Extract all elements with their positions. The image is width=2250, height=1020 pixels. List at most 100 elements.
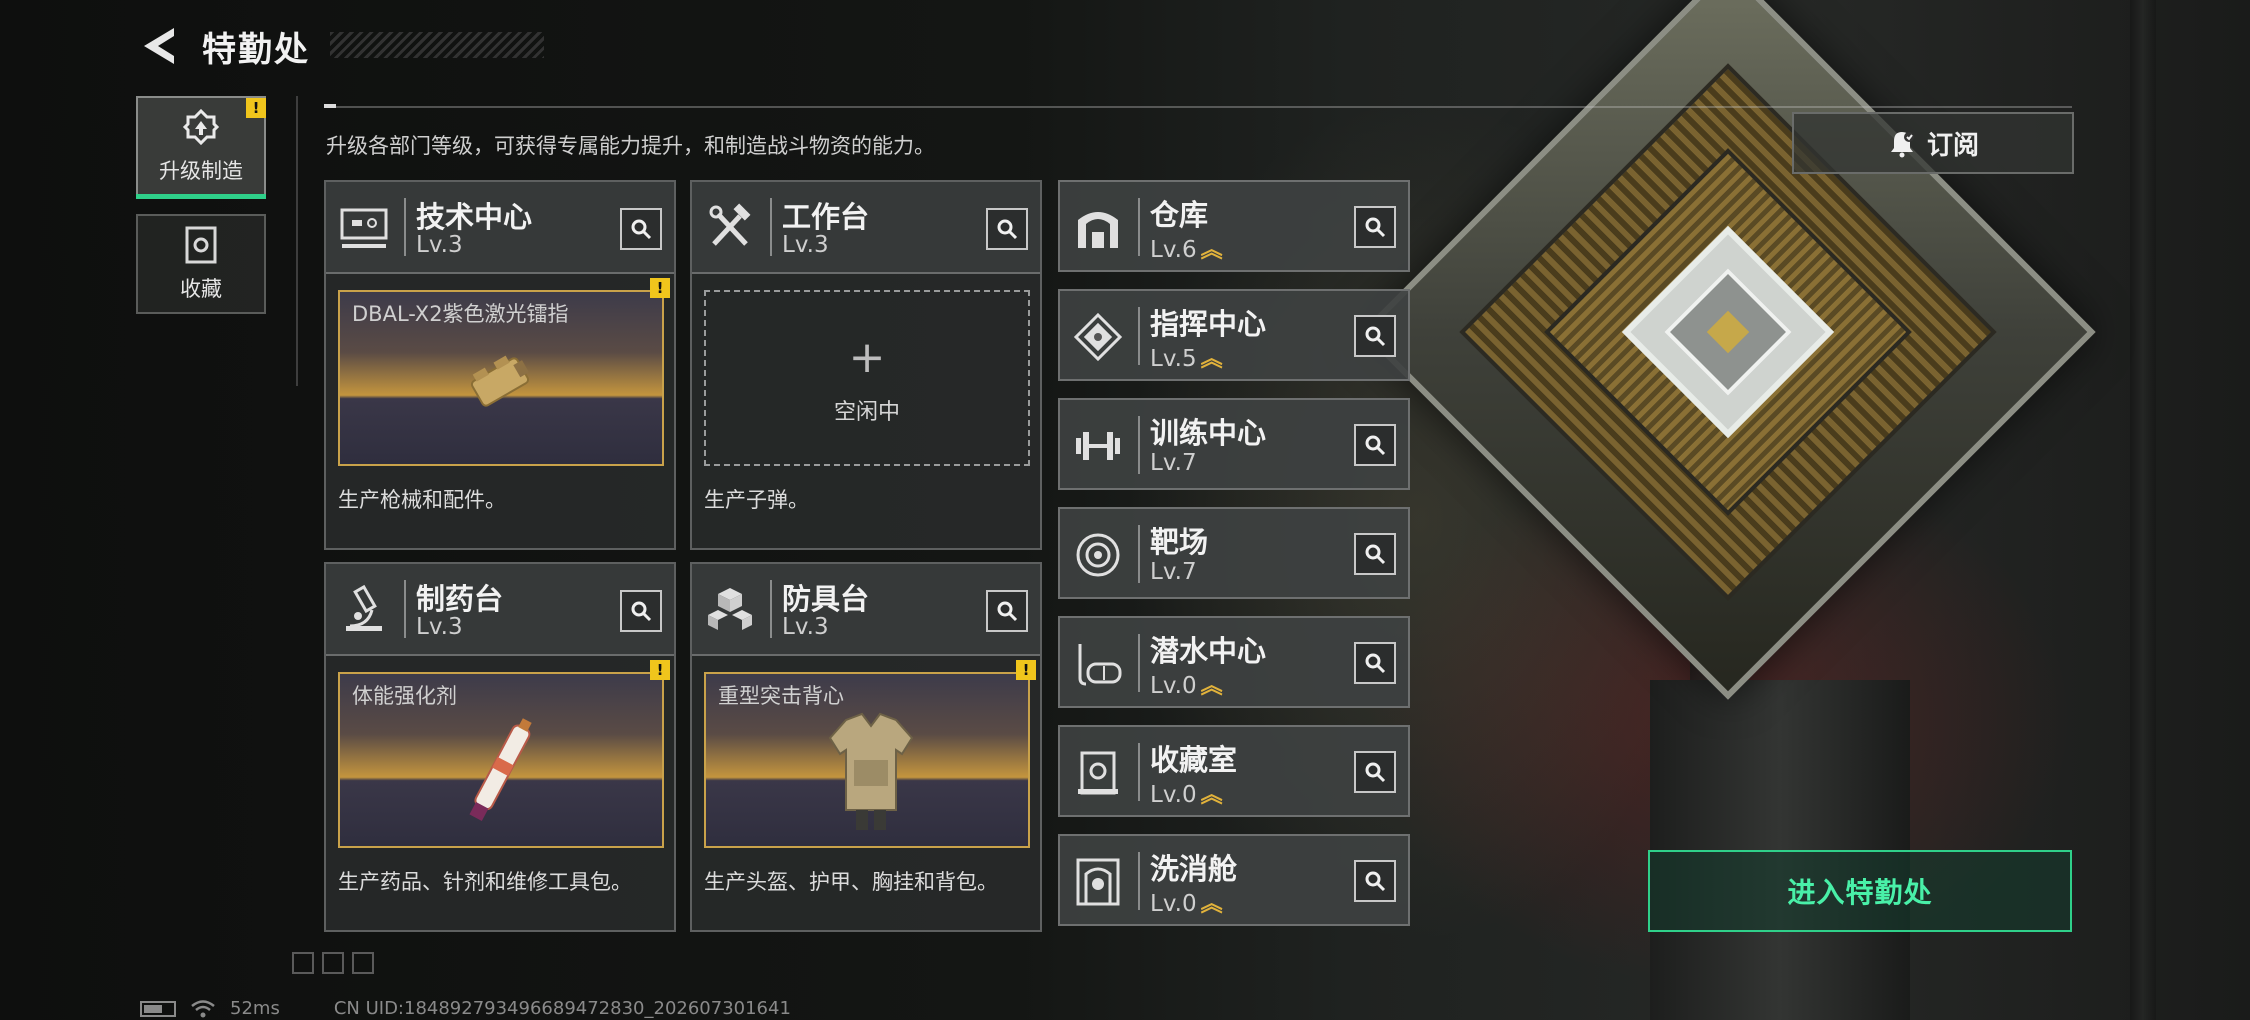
department-level: Lv.7 — [1150, 450, 1197, 476]
chip-icon — [1073, 312, 1123, 362]
inspect-button[interactable] — [1354, 424, 1396, 466]
warehouse-icon — [1078, 212, 1118, 248]
department-row-command-center[interactable]: 指挥中心 Lv.5 ︽ — [1058, 289, 1410, 381]
add-icon: + — [848, 332, 886, 383]
department-row-shooting-range[interactable]: 靶场 Lv.7 — [1058, 507, 1410, 599]
enter-special-ops-button[interactable]: 进入特勤处 — [1648, 850, 2072, 932]
facility-name: 防具台 — [782, 582, 870, 616]
facility-name: 工作台 — [782, 200, 870, 234]
search-icon — [1365, 871, 1386, 892]
department-level: Lv.7 — [1150, 559, 1197, 585]
department-name: 指挥中心 — [1150, 307, 1267, 341]
facility-level: Lv.3 — [782, 232, 829, 258]
footer-decoration — [292, 952, 374, 974]
user-uid: CN UID:184892793496689472830_20260730164… — [333, 998, 791, 1019]
header-divider — [770, 580, 772, 638]
search-icon — [1365, 653, 1386, 674]
laser-sight-item-icon — [470, 355, 530, 407]
production-slot[interactable]: 体能强化剂 — [338, 672, 664, 848]
page-title: 特勤处 — [202, 30, 310, 70]
ping-value: 52ms — [230, 998, 280, 1019]
inspect-button[interactable] — [620, 590, 662, 632]
department-name: 洗消舱 — [1150, 852, 1238, 886]
tools-icon — [709, 203, 751, 246]
department-row-diving-center[interactable]: 潜水中心 Lv.0 ︽ — [1058, 616, 1410, 708]
status-bar: 52ms CN UID:184892793496689472830_202607… — [140, 998, 791, 1019]
title-decoration — [330, 32, 544, 58]
back-arrow-icon — [144, 28, 174, 64]
armor-blocks-icon — [708, 588, 752, 630]
search-icon — [1365, 326, 1386, 347]
production-slot[interactable]: 重型突击背心 — [704, 672, 1030, 848]
facility-card-workbench[interactable]: 工作台 Lv.3 + 空闲中 生产子弹。 — [690, 180, 1042, 550]
department-row-decon-chamber[interactable]: 洗消舱 Lv.0 ︽ — [1058, 834, 1410, 926]
search-icon — [1365, 435, 1386, 456]
computer-icon — [340, 208, 388, 248]
row-divider — [1138, 525, 1140, 583]
back-button[interactable] — [138, 24, 182, 68]
subscribe-button[interactable]: 订阅 — [1792, 112, 2074, 174]
facility-description: 生产药品、针剂和维修工具包。 — [338, 870, 632, 894]
row-divider — [1138, 416, 1140, 474]
row-divider — [1138, 634, 1140, 692]
enter-button-label: 进入特勤处 — [1787, 876, 1933, 909]
inspect-button[interactable] — [1354, 860, 1396, 902]
department-row-training-center[interactable]: 训练中心 Lv.7 — [1058, 398, 1410, 490]
search-icon — [631, 219, 652, 240]
header-divider — [404, 198, 406, 256]
facility-card-tech-center[interactable]: 技术中心 Lv.3 DBAL-X2紫色激光镭指 ! 生产枪械和配件。 — [324, 180, 676, 550]
facility-card-armor-bench[interactable]: 防具台 Lv.3 重型突击背心 ! 生产头盔、护甲、胸挂和背包。 — [690, 562, 1042, 932]
divider-tick — [324, 104, 336, 108]
production-slot[interactable]: DBAL-X2紫色激光镭指 — [338, 290, 664, 466]
department-name: 训练中心 — [1150, 416, 1267, 450]
search-icon — [1365, 544, 1386, 565]
diving-mask-icon — [1078, 644, 1122, 686]
injector-item-icon — [469, 718, 532, 821]
facility-card-pharmacy[interactable]: 制药台 Lv.3 体能强化剂 ! 生产药品、针剂和维修工具包。 — [324, 562, 676, 932]
search-icon — [1365, 762, 1386, 783]
department-level-row: Lv.0 ︽ — [1150, 777, 1223, 809]
inspect-button[interactable] — [1354, 642, 1396, 684]
card-header: 工作台 Lv.3 — [692, 182, 1040, 274]
divider — [324, 106, 2072, 108]
department-level: Lv.0 — [1150, 782, 1197, 808]
search-icon — [997, 601, 1018, 622]
upgrade-gear-icon — [182, 108, 220, 146]
microscope-icon — [346, 584, 382, 631]
inspect-button[interactable] — [1354, 206, 1396, 248]
facility-name: 技术中心 — [416, 200, 533, 234]
inspect-button[interactable] — [1354, 751, 1396, 793]
bell-icon — [1890, 132, 1914, 158]
dumbbell-icon — [1076, 432, 1120, 460]
facility-description: 生产枪械和配件。 — [338, 488, 506, 512]
upgrade-available-icon: ︽ — [1200, 674, 1223, 699]
department-level: Lv.5 — [1150, 346, 1197, 372]
department-name: 靶场 — [1150, 525, 1209, 559]
wifi-icon — [191, 999, 215, 1017]
empty-production-slot[interactable]: + 空闲中 — [704, 290, 1030, 466]
department-row-collection-room[interactable]: 收藏室 Lv.0 ︽ — [1058, 725, 1410, 817]
divider — [296, 96, 298, 386]
slot-item-name: 体能强化剂 — [352, 684, 457, 708]
facility-description: 生产子弹。 — [704, 488, 809, 512]
department-level-row: Lv.6 ︽ — [1150, 232, 1223, 264]
inspect-button[interactable] — [1354, 315, 1396, 357]
department-row-warehouse[interactable]: 仓库 Lv.6 ︽ — [1058, 180, 1410, 272]
inspect-button[interactable] — [986, 208, 1028, 250]
tab-label: 升级制造 — [159, 159, 243, 183]
background-pillar — [2130, 0, 2156, 1020]
inspect-button[interactable] — [986, 590, 1028, 632]
search-icon — [997, 219, 1018, 240]
alert-badge-icon: ! — [650, 660, 670, 680]
card-header: 制药台 Lv.3 — [326, 564, 674, 656]
header-divider — [770, 198, 772, 256]
page-subtitle: 升级各部门等级，可获得专属能力提升，和制造战斗物资的能力。 — [326, 134, 935, 158]
inspect-button[interactable] — [620, 208, 662, 250]
department-name: 潜水中心 — [1150, 634, 1267, 668]
upgrade-available-icon: ︽ — [1200, 238, 1223, 263]
inspect-button[interactable] — [1354, 533, 1396, 575]
armor-vest-item-icon — [828, 712, 914, 830]
facility-level: Lv.3 — [416, 232, 463, 258]
tab-collection[interactable]: 收藏 — [136, 214, 266, 314]
active-tab-indicator — [136, 194, 266, 199]
